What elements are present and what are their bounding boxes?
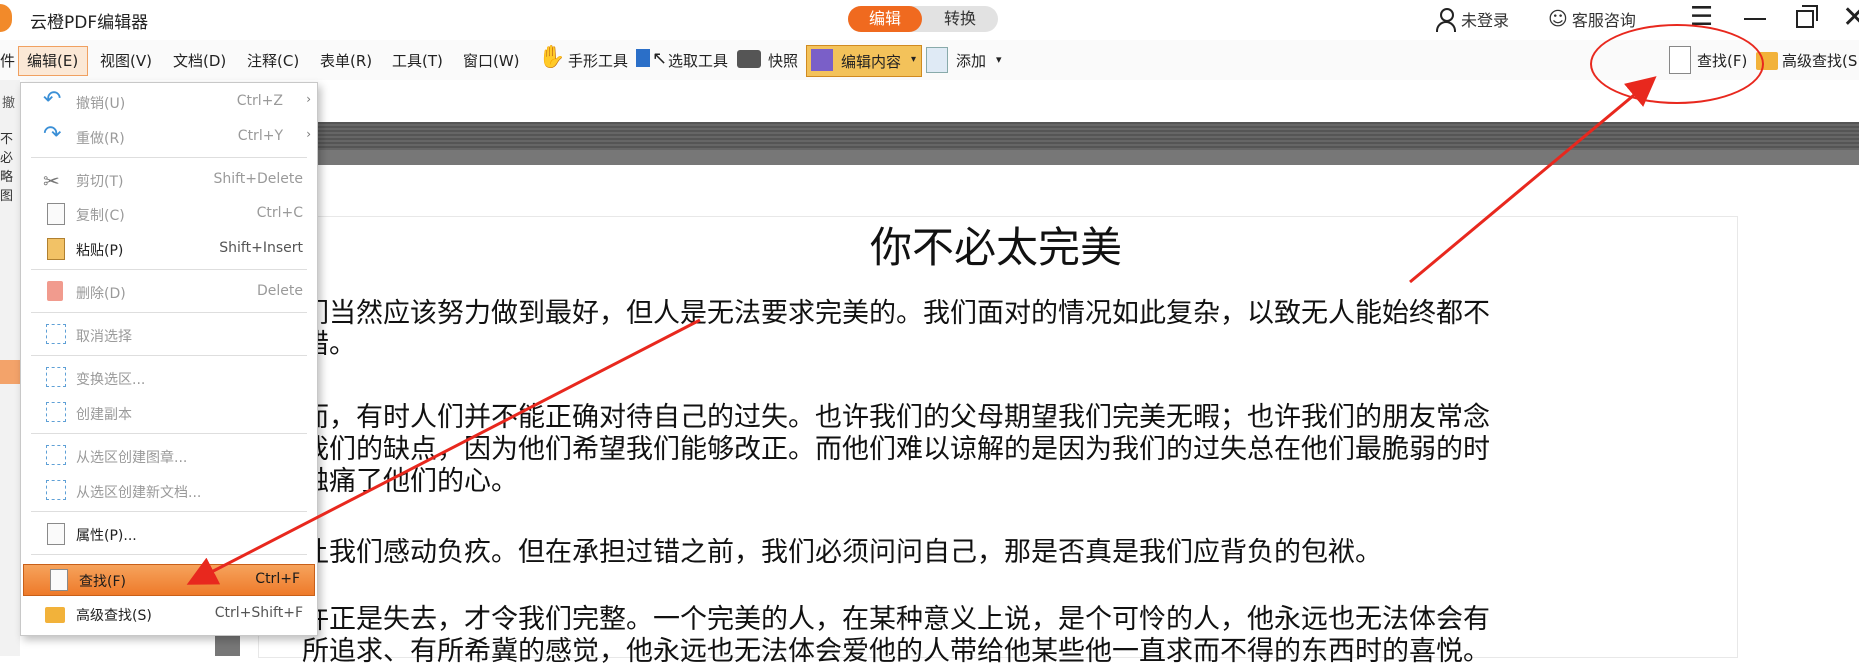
annotation-arrows bbox=[186, 76, 1657, 585]
arrow-to-menu-find bbox=[186, 318, 701, 585]
arrow-to-toolbar-find bbox=[1409, 76, 1657, 284]
